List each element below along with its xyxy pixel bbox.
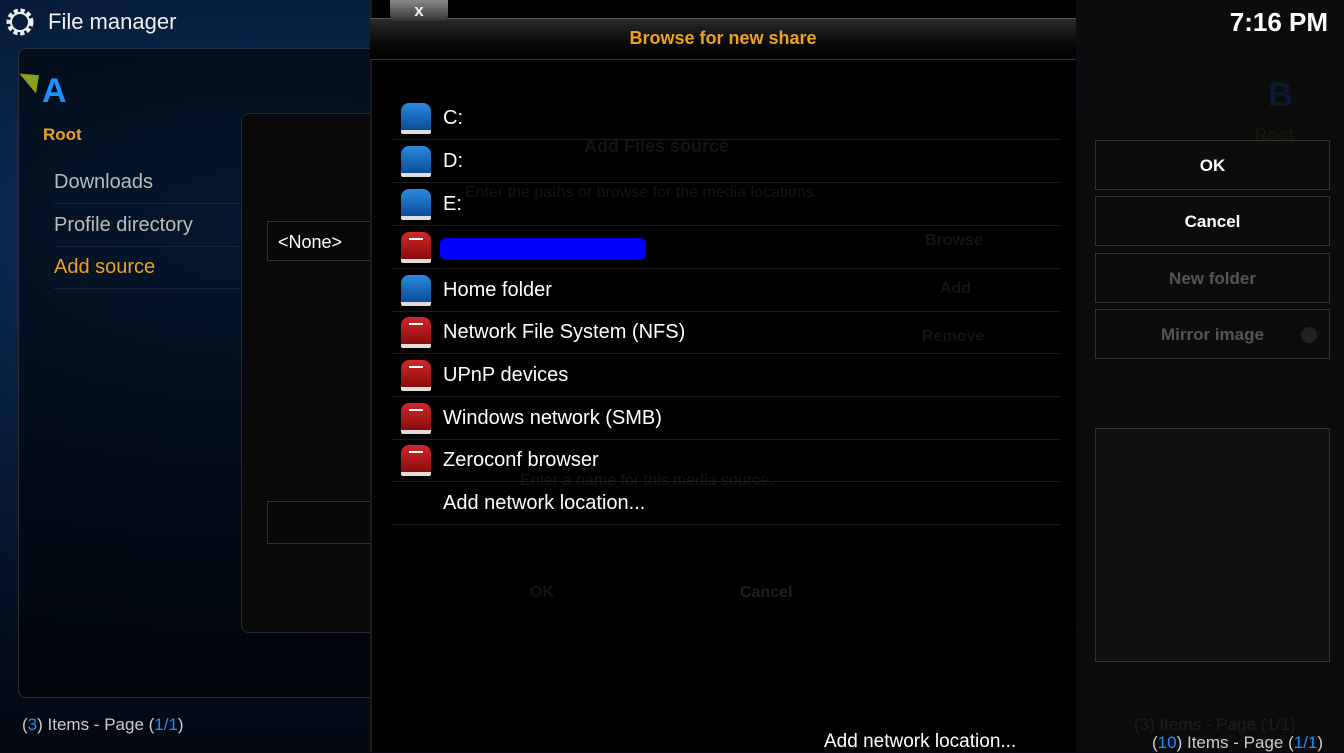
list-item[interactable]: Home folder (392, 269, 1060, 312)
network-drive-icon (401, 403, 431, 434)
list-item[interactable]: Network File System (NFS) (392, 311, 1060, 354)
page-number: 1/1 (1293, 733, 1318, 752)
item-count: 10 (1157, 733, 1177, 752)
browse-footer: (10) Items - Page (1/1) (1152, 733, 1324, 752)
network-drive-icon (401, 232, 431, 263)
list-item[interactable] (392, 226, 1060, 269)
network-drive-icon (401, 317, 431, 348)
cancel-button[interactable]: Cancel (1095, 196, 1330, 246)
panel-letter: A (42, 72, 67, 110)
network-drive-icon (401, 445, 431, 476)
clock: 7:16 PM (1229, 7, 1328, 37)
dialog-title: Browse for new share (629, 28, 817, 48)
list-item[interactable]: Zeroconf browser (392, 439, 1060, 482)
close-button[interactable]: x (390, 0, 448, 21)
ok-button[interactable]: OK (1095, 140, 1330, 190)
drive-icon (401, 103, 431, 134)
gear-icon (6, 8, 34, 36)
redaction (440, 238, 646, 260)
nav-item-downloads[interactable]: Downloads (54, 161, 240, 204)
page-number: 1/1 (154, 715, 178, 734)
mirror-image-label: Mirror image (1161, 325, 1264, 344)
item-count: 3 (1139, 715, 1150, 734)
item-label: Windows network (SMB) (443, 407, 662, 429)
toggle-icon[interactable] (1301, 327, 1317, 343)
list-item[interactable]: Add network location... (392, 482, 1060, 525)
list-item[interactable]: D: (392, 140, 1060, 183)
item-label: Network File System (NFS) (443, 321, 686, 343)
path-field[interactable]: <None> (267, 221, 377, 261)
list-item[interactable]: Windows network (SMB) (392, 397, 1060, 440)
network-drive-icon (401, 360, 431, 391)
page-title: File manager (48, 9, 177, 34)
drive-icon (401, 146, 431, 177)
item-label: UPnP devices (443, 364, 569, 386)
name-field[interactable] (267, 501, 377, 544)
bg-panel-letter: B (1268, 76, 1293, 114)
left-footer: (3) Items - Page (1/1) (22, 715, 184, 734)
item-label: E: (443, 193, 462, 215)
bg-ok-button: OK (530, 584, 554, 601)
list-item[interactable]: C: (392, 97, 1060, 140)
preview-box (1095, 428, 1330, 662)
item-label: D: (443, 150, 463, 172)
root-label: Root (43, 125, 82, 144)
item-label: C: (443, 107, 463, 129)
item-label: Add network location... (443, 492, 646, 514)
selected-item-label: Add network location... (824, 731, 1017, 752)
bg-cancel-button: Cancel (740, 584, 793, 601)
list-item[interactable]: E: (392, 183, 1060, 226)
drive-icon (401, 275, 431, 306)
nav-item-add-source[interactable]: Add source (54, 246, 240, 289)
page-number: 1/1 (1266, 715, 1290, 734)
drive-icon (401, 189, 431, 220)
list-item[interactable]: UPnP devices (392, 354, 1060, 397)
bg-right-footer: (3) Items - Page (1/1) (1134, 715, 1296, 734)
nav-item-profile-directory[interactable]: Profile directory (54, 204, 240, 247)
mirror-image-button[interactable]: Mirror image (1095, 309, 1330, 359)
item-label: Home folder (443, 279, 552, 301)
new-folder-button[interactable]: New folder (1095, 253, 1330, 303)
item-label: Zeroconf browser (443, 449, 599, 471)
item-count: 3 (27, 715, 38, 734)
